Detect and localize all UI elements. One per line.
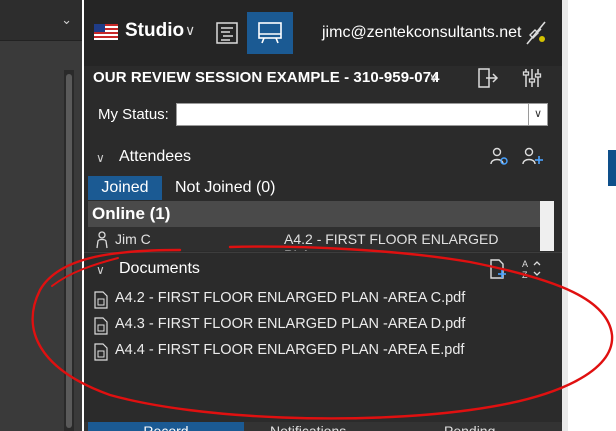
window-edge — [562, 0, 568, 431]
document-name[interactable]: A4.4 - FIRST FLOOR ENLARGED PLAN -AREA E… — [115, 342, 464, 358]
person-icon — [95, 231, 109, 251]
editor-scrollbar[interactable] — [64, 70, 74, 431]
documents-collapse-icon[interactable]: ∨ — [96, 263, 105, 277]
tab-not-joined[interactable]: Not Joined (0) — [175, 176, 276, 200]
studio-panel: Studio ∨ jimc@zentekconsultants.net OUR … — [84, 0, 562, 431]
attendee-settings-icon[interactable] — [489, 146, 509, 171]
attendee-list: Online (1) Jim C A4.2 - FIRST FLOOR ENLA… — [88, 201, 540, 251]
bottom-tab-bar: Record Notifications Pending — [84, 422, 562, 431]
my-status-select[interactable]: ∨ — [176, 103, 548, 126]
user-email[interactable]: jimc@zentekconsultants.net — [322, 24, 521, 42]
add-document-icon[interactable] — [488, 258, 508, 285]
attendee-list-scrollbar[interactable] — [540, 201, 554, 251]
documents-title[interactable]: Documents — [119, 260, 200, 278]
tab-pending[interactable]: Pending — [444, 422, 544, 431]
attendees-title[interactable]: Attendees — [119, 148, 191, 166]
session-settings-icon[interactable] — [520, 66, 544, 95]
tab-overflow-chevron-icon[interactable]: ⌄ — [61, 12, 72, 28]
status-dropdown-arrow-icon[interactable]: ∨ — [528, 104, 547, 125]
session-title[interactable]: OUR REVIEW SESSION EXAMPLE - 310-959-074 — [93, 69, 440, 86]
editor-tab-strip: ⌄ — [0, 0, 82, 41]
svg-text:A: A — [522, 259, 528, 269]
tab-record[interactable]: Record — [88, 422, 244, 431]
tab-notifications[interactable]: Notifications — [270, 422, 390, 431]
review-screen-icon — [258, 22, 282, 44]
svg-text:Z: Z — [522, 270, 528, 280]
attendee-current-document: A4.2 - FIRST FLOOR ENLARGED PLA... — [284, 231, 499, 251]
background-window — [562, 0, 616, 431]
section-divider — [84, 252, 562, 253]
online-group-label: Online (1) — [92, 204, 171, 223]
tab-joined[interactable]: Joined — [88, 176, 162, 200]
add-attendee-icon[interactable] — [521, 146, 543, 171]
studio-mode-chevron-icon[interactable]: ∨ — [185, 22, 195, 39]
attendees-collapse-icon[interactable]: ∨ — [96, 151, 105, 165]
editor-scrollbar-thumb[interactable] — [66, 74, 72, 428]
sort-az-icon[interactable]: A Z — [520, 257, 544, 286]
editor-pane: ⌄ — [0, 0, 82, 431]
pdf-file-icon — [94, 317, 108, 335]
leave-session-icon[interactable] — [476, 66, 500, 95]
review-screen-button[interactable] — [247, 12, 293, 54]
studio-top-bar: Studio ∨ jimc@zentekconsultants.net — [84, 0, 562, 66]
studio-mode-label[interactable]: Studio — [125, 20, 184, 42]
disconnect-plug-icon[interactable] — [524, 20, 548, 51]
background-accent-marker — [608, 150, 616, 186]
my-status-label: My Status: — [98, 106, 169, 123]
document-name[interactable]: A4.3 - FIRST FLOOR ENLARGED PLAN -AREA D… — [115, 316, 465, 332]
pdf-file-icon — [94, 343, 108, 361]
online-group-header[interactable]: Online (1) — [88, 201, 540, 227]
us-flag-icon[interactable] — [94, 24, 118, 40]
document-name[interactable]: A4.2 - FIRST FLOOR ENLARGED PLAN -AREA C… — [115, 290, 465, 306]
session-chevron-icon[interactable]: ∨ — [429, 70, 439, 86]
sessions-list-icon[interactable] — [212, 18, 242, 48]
pdf-file-icon — [94, 291, 108, 309]
attendee-name[interactable]: Jim C — [115, 231, 151, 247]
